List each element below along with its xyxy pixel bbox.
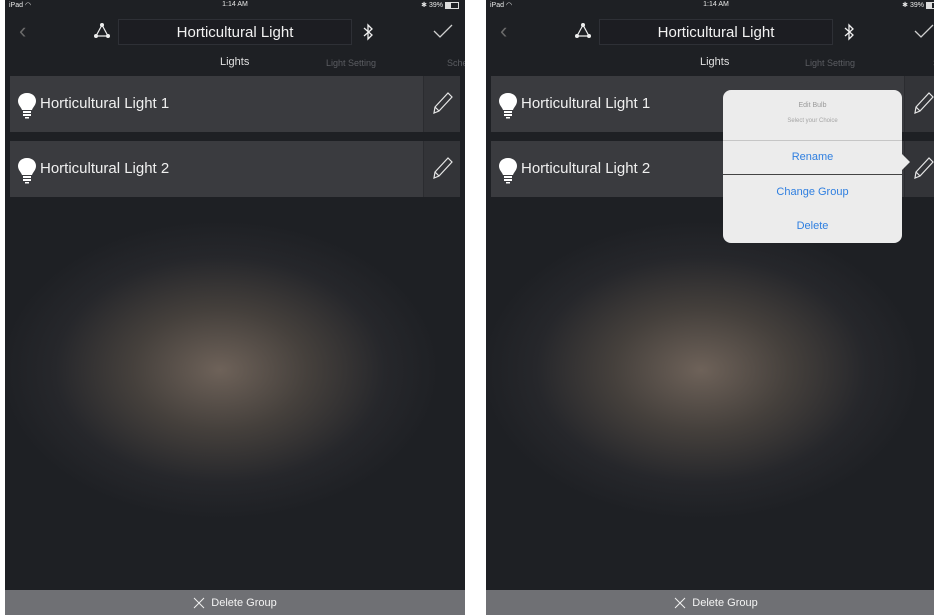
light-label: Horticultural Light 2 bbox=[40, 160, 170, 177]
delete-group-button[interactable]: Delete Group bbox=[5, 590, 465, 615]
group-icon[interactable] bbox=[574, 22, 592, 40]
edit-button[interactable] bbox=[423, 76, 460, 132]
edit-button[interactable] bbox=[423, 141, 460, 197]
bulb-icon bbox=[18, 158, 36, 184]
group-title-field[interactable]: Horticultural Light bbox=[599, 19, 833, 45]
group-title-field[interactable]: Horticultural Light bbox=[118, 19, 352, 45]
light-row-1[interactable]: Horticultural Light 1 bbox=[10, 76, 460, 132]
bulb-icon bbox=[18, 93, 36, 119]
checkmark-icon[interactable] bbox=[433, 24, 453, 38]
tab-lights[interactable]: Lights bbox=[700, 56, 729, 68]
light-label: Horticultural Light 1 bbox=[40, 95, 170, 112]
back-chevron-icon[interactable]: ‹ bbox=[19, 18, 26, 44]
close-x-icon bbox=[193, 597, 205, 609]
group-icon[interactable] bbox=[93, 22, 111, 40]
bluetooth-icon[interactable] bbox=[362, 23, 374, 41]
back-chevron-icon[interactable]: ‹ bbox=[500, 18, 507, 44]
battery-icon bbox=[445, 1, 459, 9]
pencil-icon bbox=[914, 157, 934, 179]
tab-light-setting[interactable]: Light Setting bbox=[805, 58, 855, 68]
light-row-2[interactable]: Horticultural Light 2 bbox=[10, 141, 460, 197]
divider bbox=[723, 174, 902, 175]
status-bar: iPad ◠ 1:14 AM ✱ 39% bbox=[5, 0, 465, 12]
screen-right: iPad ◠ 1:14 AM ✱ 39% ‹ Horticultural Lig… bbox=[486, 0, 934, 615]
navigation-bar: ‹ Horticultural Light bbox=[486, 12, 934, 52]
tab-schedule[interactable]: Sche bbox=[447, 58, 465, 68]
checkmark-icon[interactable] bbox=[914, 24, 934, 38]
bluetooth-icon[interactable] bbox=[843, 23, 855, 41]
battery-status: ✱ 39% bbox=[902, 1, 934, 9]
delete-group-button[interactable]: Delete Group bbox=[486, 590, 934, 615]
tab-bar: Lights Light Setting Sche bbox=[5, 52, 465, 72]
battery-icon bbox=[926, 1, 934, 9]
edit-button[interactable] bbox=[904, 76, 934, 132]
edit-bulb-popover: Edit Bulb Select your Choice Rename Chan… bbox=[723, 90, 910, 243]
popover-subtitle: Select your Choice bbox=[787, 118, 838, 124]
status-time: 1:14 AM bbox=[703, 1, 729, 8]
delete-group-label: Delete Group bbox=[692, 597, 758, 609]
pencil-icon bbox=[433, 92, 453, 114]
light-label: Horticultural Light 2 bbox=[521, 160, 651, 177]
popover-title: Edit Bulb bbox=[798, 102, 827, 109]
light-label: Horticultural Light 1 bbox=[521, 95, 651, 112]
delete-group-label: Delete Group bbox=[211, 597, 277, 609]
tab-lights[interactable]: Lights bbox=[220, 56, 249, 68]
bulb-icon bbox=[499, 93, 517, 119]
tab-bar: Lights Light Setting S bbox=[486, 52, 934, 72]
screen-left: iPad ◠ 1:14 AM ✱ 39% ‹ Horticultural Lig… bbox=[5, 0, 465, 615]
pencil-icon bbox=[433, 157, 453, 179]
change-group-option[interactable]: Change Group bbox=[723, 186, 902, 198]
pencil-icon bbox=[914, 92, 934, 114]
popover-arrow bbox=[902, 154, 910, 170]
divider bbox=[723, 140, 902, 141]
status-bar: iPad ◠ 1:14 AM ✱ 39% bbox=[486, 0, 934, 12]
bulb-icon bbox=[499, 158, 517, 184]
tab-light-setting[interactable]: Light Setting bbox=[326, 58, 376, 68]
delete-option[interactable]: Delete bbox=[723, 220, 902, 232]
navigation-bar: ‹ Horticultural Light bbox=[5, 12, 465, 52]
rename-option[interactable]: Rename bbox=[723, 151, 902, 163]
status-time: 1:14 AM bbox=[222, 1, 248, 8]
close-x-icon bbox=[674, 597, 686, 609]
battery-status: ✱ 39% bbox=[421, 1, 459, 9]
